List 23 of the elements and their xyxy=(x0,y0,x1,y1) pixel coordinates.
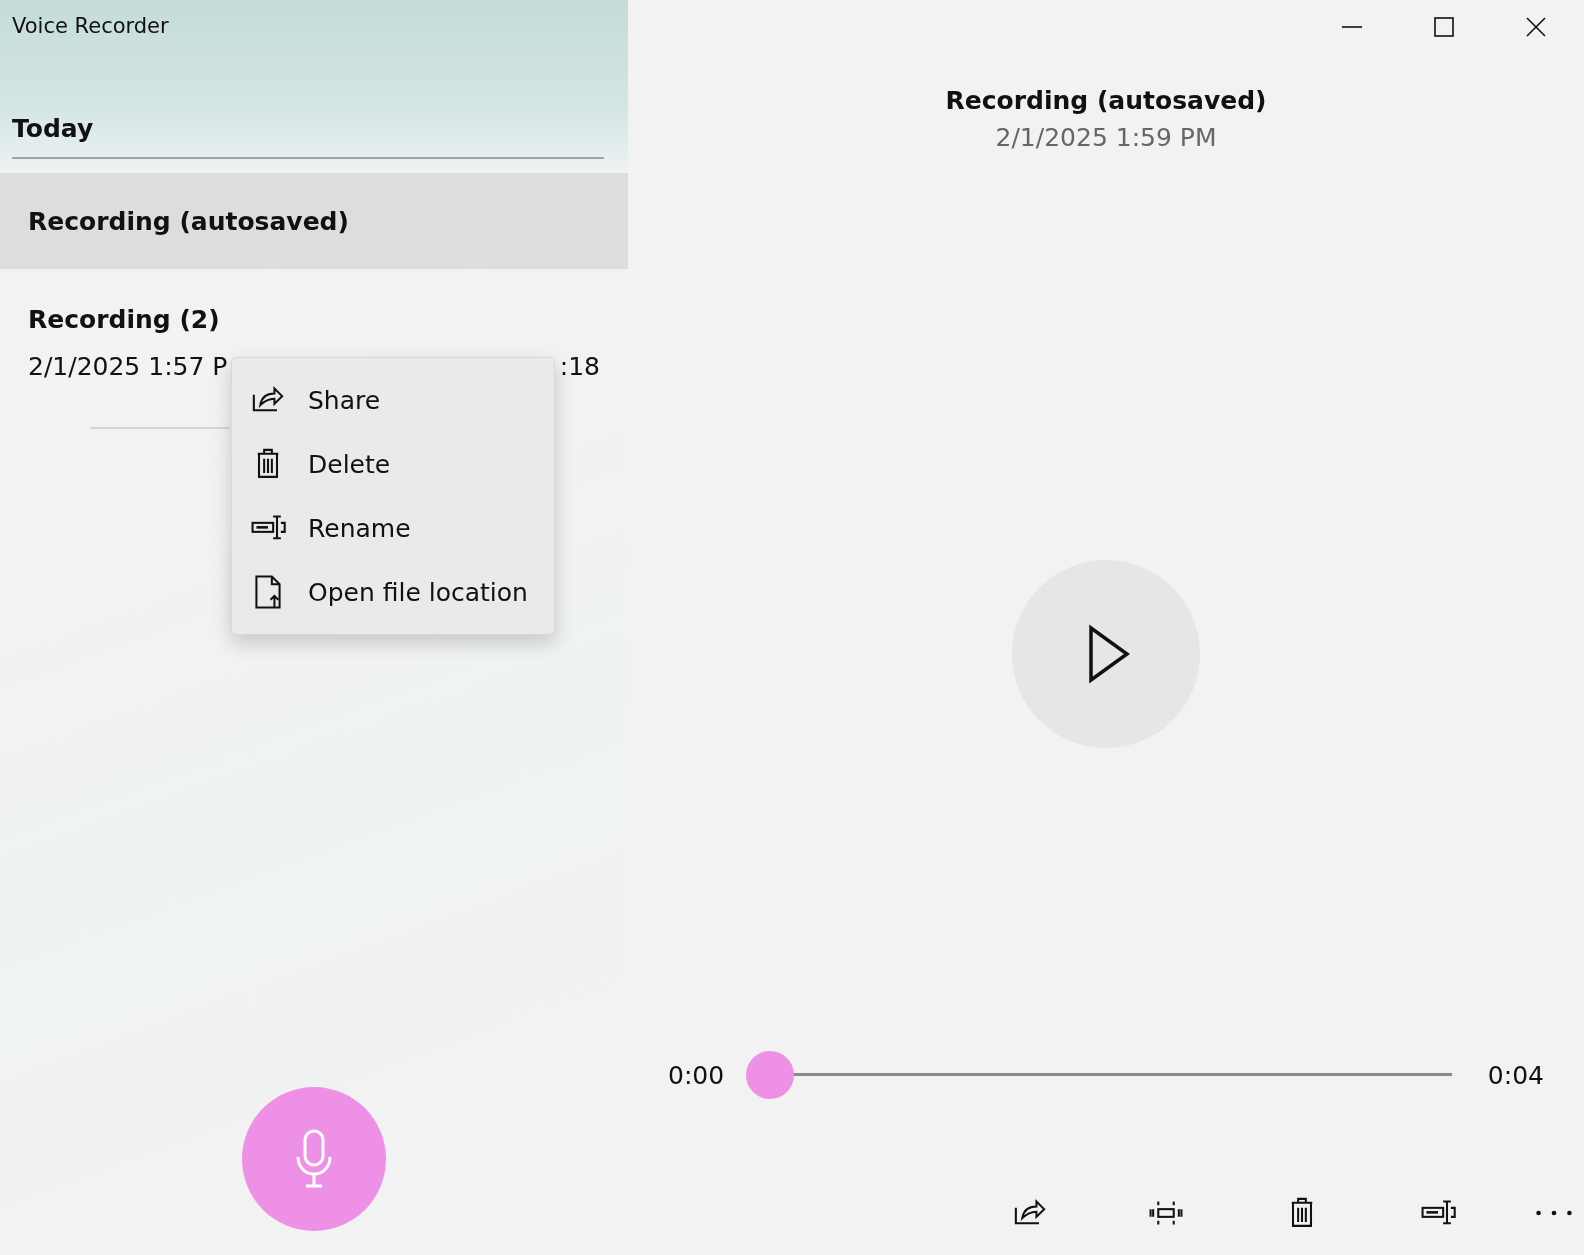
menu-item[interactable]: Delete xyxy=(232,432,554,496)
recording-name: Recording (2) xyxy=(28,305,221,334)
recording-date: 2/1/2025 1:57 P xyxy=(28,352,228,381)
group-heading: Today xyxy=(12,114,604,159)
seek-slider[interactable] xyxy=(746,1051,1452,1099)
window-title: Voice Recorder xyxy=(12,14,170,38)
recording-duration: :18 xyxy=(559,352,600,381)
close-icon xyxy=(1526,17,1546,37)
more-icon xyxy=(1536,1210,1572,1216)
seek-thumb[interactable] xyxy=(746,1051,795,1099)
maximize-icon xyxy=(1434,17,1454,37)
microphone-icon xyxy=(294,1129,334,1189)
recording-date: 2/1/2025 1:59 PM xyxy=(995,123,1217,152)
recording-name: Recording (autosaved) xyxy=(28,206,350,236)
recording-item[interactable]: Recording (autosaved) xyxy=(0,173,628,269)
minimize-icon xyxy=(1342,26,1362,28)
menu-item[interactable]: Open file location xyxy=(232,560,554,624)
recording-title: Recording (autosaved) xyxy=(945,86,1267,115)
elapsed-time: 0:00 xyxy=(668,1060,725,1090)
menu-item[interactable]: Rename xyxy=(232,496,554,560)
play-icon xyxy=(1087,623,1131,684)
menu-item[interactable]: Share xyxy=(232,368,554,432)
total-time: 0:04 xyxy=(1487,1060,1544,1090)
